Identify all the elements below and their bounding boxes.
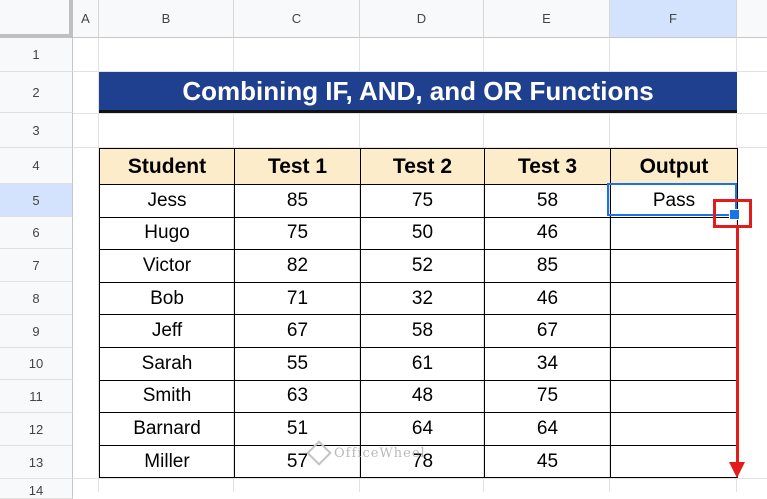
cell-student[interactable]: Bob xyxy=(99,281,235,316)
cell-test-1[interactable]: 55 xyxy=(234,346,361,381)
watermark: OfficeWheel xyxy=(306,440,426,466)
cell-test-2[interactable]: 61 xyxy=(360,346,485,381)
table-row: Smith 63 48 75 xyxy=(99,379,738,414)
cell-test-3[interactable]: 67 xyxy=(484,314,611,348)
row-header-10[interactable]: 10 xyxy=(0,348,73,380)
cell-test-3[interactable]: 45 xyxy=(484,444,611,479)
table-row: Bob 71 32 46 xyxy=(99,281,738,316)
table-row: Jess 85 75 58 Pass xyxy=(99,184,738,218)
cell-student[interactable]: Sarah xyxy=(99,346,235,381)
cell-test-2[interactable]: 32 xyxy=(360,281,485,316)
cell-test-2[interactable]: 58 xyxy=(360,314,485,348)
cell-test-1[interactable]: 75 xyxy=(234,216,361,251)
student-scores-table: Student Test 1 Test 2 Test 3 Output Jess… xyxy=(99,148,738,479)
table-row: Hugo 75 50 46 xyxy=(99,216,738,251)
cell-test-2[interactable]: 50 xyxy=(360,216,485,251)
row-header-6[interactable]: 6 xyxy=(0,217,73,249)
cell-student[interactable]: Jeff xyxy=(99,314,235,348)
cell-output[interactable] xyxy=(610,412,738,446)
cell-test-3[interactable]: 85 xyxy=(484,249,611,283)
cell-test-3[interactable]: 46 xyxy=(484,281,611,316)
cell-test-1[interactable]: 67 xyxy=(234,314,361,348)
header-student[interactable]: Student xyxy=(99,148,235,185)
column-header-g[interactable] xyxy=(737,0,767,38)
select-all-corner[interactable] xyxy=(0,0,73,38)
row-header-1[interactable]: 1 xyxy=(0,38,73,72)
cell-student[interactable]: Hugo xyxy=(99,216,235,251)
column-header-f[interactable]: F xyxy=(610,0,737,38)
row-header-7[interactable]: 7 xyxy=(0,249,73,282)
drag-arrow-line xyxy=(736,226,739,466)
column-header-d[interactable]: D xyxy=(360,0,484,38)
column-header-c[interactable]: C xyxy=(234,0,360,38)
cell-student[interactable]: Jess xyxy=(99,184,235,218)
fill-handle[interactable] xyxy=(729,209,740,220)
cell-test-3[interactable]: 58 xyxy=(484,184,611,218)
row-header-8[interactable]: 8 xyxy=(0,282,73,315)
row-header-9[interactable]: 9 xyxy=(0,315,73,348)
cell-output[interactable] xyxy=(610,444,738,479)
cell-output[interactable] xyxy=(610,379,738,414)
drag-arrow-head xyxy=(729,462,745,478)
cell-test-2[interactable]: 48 xyxy=(360,379,485,414)
cell-test-1[interactable]: 71 xyxy=(234,281,361,316)
row-header-4[interactable]: 4 xyxy=(0,148,73,184)
header-test-3[interactable]: Test 3 xyxy=(484,148,611,185)
header-test-2[interactable]: Test 2 xyxy=(360,148,485,185)
cell-test-2[interactable]: 64 xyxy=(360,412,485,446)
cell-test-3[interactable]: 64 xyxy=(484,412,611,446)
table-row: Victor 82 52 85 xyxy=(99,249,738,283)
cell-output[interactable] xyxy=(610,314,738,348)
column-header-e[interactable]: E xyxy=(484,0,610,38)
table-row: Sarah 55 61 34 xyxy=(99,346,738,381)
gridline xyxy=(73,113,767,114)
column-header-a[interactable]: A xyxy=(73,0,99,38)
table-header-row: Student Test 1 Test 2 Test 3 Output xyxy=(99,148,738,185)
row-header-14[interactable]: 14 xyxy=(0,479,73,499)
cell-student[interactable]: Miller xyxy=(99,444,235,479)
row-header-11[interactable]: 11 xyxy=(0,380,73,413)
table-row: Jeff 67 58 67 xyxy=(99,314,738,348)
row-header-12[interactable]: 12 xyxy=(0,413,73,446)
row-header-3[interactable]: 3 xyxy=(0,113,73,148)
sheet-title-banner: Combining IF, AND, and OR Functions xyxy=(99,72,737,113)
cell-test-3[interactable]: 34 xyxy=(484,346,611,381)
header-output[interactable]: Output xyxy=(610,148,738,185)
cell-test-3[interactable]: 75 xyxy=(484,379,611,414)
header-test-1[interactable]: Test 1 xyxy=(234,148,361,185)
watermark-logo-icon xyxy=(306,440,332,466)
watermark-text: OfficeWheel xyxy=(334,445,426,461)
cell-student[interactable]: Smith xyxy=(99,379,235,414)
cell-test-1[interactable]: 82 xyxy=(234,249,361,283)
cell-output[interactable] xyxy=(610,249,738,283)
cell-test-1[interactable]: 63 xyxy=(234,379,361,414)
cell-output[interactable] xyxy=(610,346,738,381)
cell-test-3[interactable]: 46 xyxy=(484,216,611,251)
cell-output[interactable] xyxy=(610,281,738,316)
cell-test-1[interactable]: 85 xyxy=(234,184,361,218)
cell-test-1[interactable]: 51 xyxy=(234,412,361,446)
table-row: Barnard 51 64 64 xyxy=(99,412,738,446)
cell-test-2[interactable]: 75 xyxy=(360,184,485,218)
cell-student[interactable]: Victor xyxy=(99,249,235,283)
cell-student[interactable]: Barnard xyxy=(99,412,235,446)
row-header-13[interactable]: 13 xyxy=(0,446,73,479)
column-header-b[interactable]: B xyxy=(99,0,234,38)
row-header-2[interactable]: 2 xyxy=(0,72,73,113)
row-header-5[interactable]: 5 xyxy=(0,184,73,217)
cell-test-2[interactable]: 52 xyxy=(360,249,485,283)
